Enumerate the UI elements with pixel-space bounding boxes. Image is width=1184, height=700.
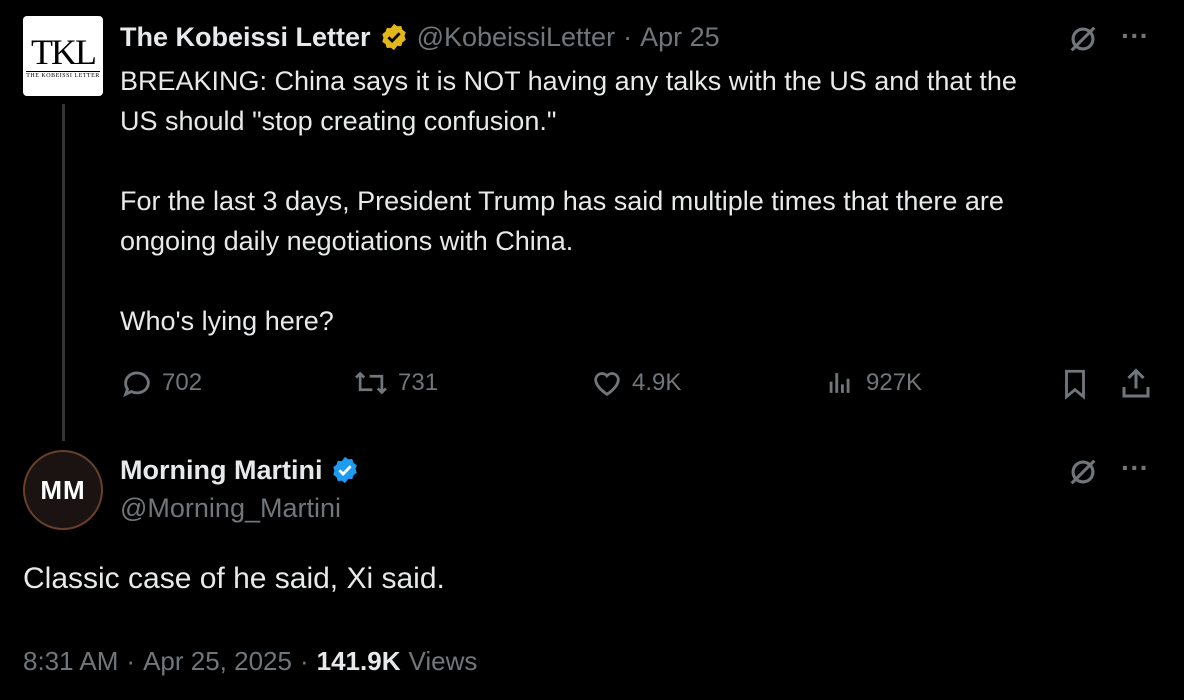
meta-separator: · xyxy=(126,646,136,676)
reply-author-handle[interactable]: @Morning_Martini xyxy=(120,493,341,524)
views-icon xyxy=(824,366,858,400)
morning-martini-avatar[interactable]: MM xyxy=(23,450,103,530)
reply-button[interactable]: 702 xyxy=(120,366,202,400)
repost-count: 731 xyxy=(398,369,439,396)
tweet-date[interactable]: Apr 25 xyxy=(640,22,720,53)
bookmark-icon[interactable] xyxy=(1058,366,1092,407)
views-label: Views xyxy=(408,646,478,676)
verified-badge-icon xyxy=(379,22,409,52)
author-name[interactable]: The Kobeissi Letter xyxy=(120,22,371,53)
reply-author-name[interactable]: Morning Martini xyxy=(120,455,322,486)
header-separator: · xyxy=(623,21,633,52)
view-count: 141.9K xyxy=(316,646,401,676)
tweet-time[interactable]: 8:31 AM xyxy=(23,646,118,677)
parent-tweet-text: BREAKING: China says it is NOT having an… xyxy=(120,66,1017,336)
repost-icon xyxy=(352,366,390,400)
author-handle[interactable]: @KobeissiLetter xyxy=(417,22,616,53)
more-icon[interactable]: ··· xyxy=(1121,20,1149,52)
avatar-monogram: TKL xyxy=(31,31,97,72)
parent-tweet-header: The Kobeissi Letter @KobeissiLetter · Ap… xyxy=(120,18,720,56)
reply-tweet-text: Classic case of he said, Xi said. xyxy=(23,562,445,595)
meta-separator: · xyxy=(299,646,309,676)
like-icon xyxy=(590,366,624,400)
verified-badge-icon xyxy=(330,455,360,485)
views-count: 927K xyxy=(866,369,923,396)
kobeissi-avatar[interactable]: TKL THE KOBEISSI LETTER xyxy=(23,16,103,96)
grok-icon[interactable] xyxy=(1066,22,1100,61)
tweet-full-date[interactable]: Apr 25, 2025 xyxy=(143,646,292,677)
reply-tweet-header: Morning Martini xyxy=(120,451,360,489)
more-icon[interactable]: ··· xyxy=(1121,452,1149,484)
reply-count: 702 xyxy=(162,369,203,396)
repost-button[interactable]: 731 xyxy=(352,366,438,400)
share-icon[interactable] xyxy=(1118,366,1154,407)
like-count: 4.9K xyxy=(632,369,682,396)
views-button[interactable]: 927K xyxy=(824,366,922,400)
like-button[interactable]: 4.9K xyxy=(590,366,681,400)
reply-icon xyxy=(120,366,154,400)
avatar-subtext: THE KOBEISSI LETTER xyxy=(26,70,100,79)
tweet-meta: 8:31 AM · Apr 25, 2025 · 141.9K Views xyxy=(23,646,477,677)
thread-connector-line xyxy=(62,104,65,441)
grok-icon[interactable] xyxy=(1066,455,1100,494)
